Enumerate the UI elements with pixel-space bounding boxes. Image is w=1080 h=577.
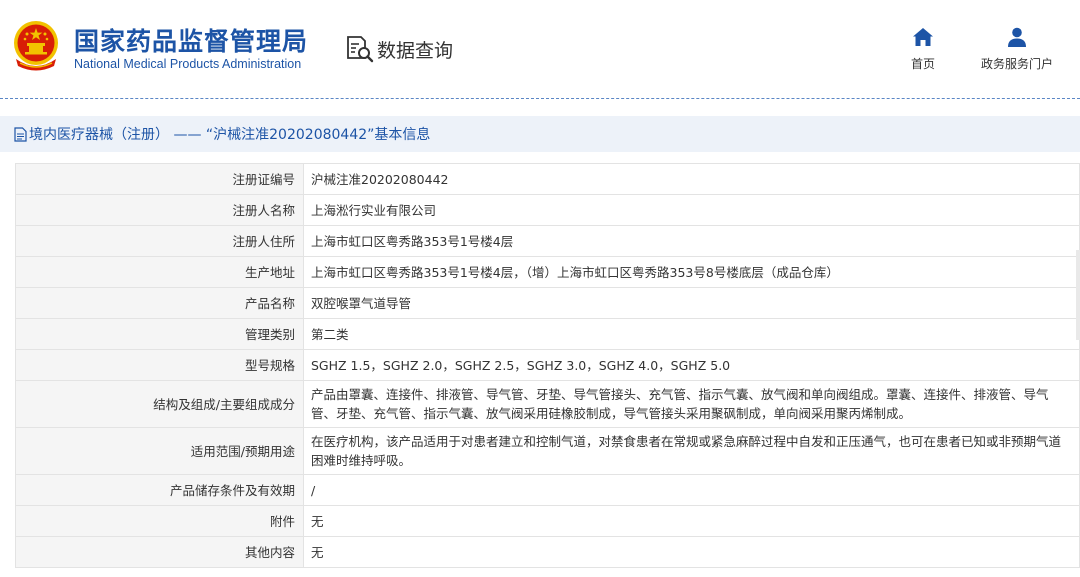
scrollbar-thumb[interactable] xyxy=(1076,250,1080,340)
table-row: 产品储存条件及有效期 / xyxy=(15,474,1080,506)
table-row: 注册人住所 上海市虹口区粤秀路353号1号楼4层 xyxy=(15,225,1080,257)
nav-home-label[interactable]: 首页 xyxy=(911,55,935,72)
table-row: 结构及组成/主要组成成分 产品由罩囊、连接件、排液管、导气管、牙垫、导气管接头、… xyxy=(15,380,1080,428)
row-label: 其他内容 xyxy=(15,536,304,568)
row-value: / xyxy=(303,474,1080,506)
device-registration-table: 注册证编号 沪械注准20202080442 注册人名称 上海淞行实业有限公司 注… xyxy=(15,163,1080,568)
row-label: 型号规格 xyxy=(15,349,304,381)
nav-home[interactable]: 首页 xyxy=(911,26,935,72)
table-row: 适用范围/预期用途 在医疗机构，该产品适用于对患者建立和控制气道，对禁食患者在常… xyxy=(15,427,1080,475)
nav-service-portal[interactable]: 政务服务门户 xyxy=(981,26,1053,72)
data-query-title: 数据查询 xyxy=(345,34,453,64)
row-value: 在医疗机构，该产品适用于对患者建立和控制气道，对禁食患者在常规或紧急麻醉过程中自… xyxy=(303,427,1080,475)
row-value: 上海市虹口区粤秀路353号1号楼4层 xyxy=(303,225,1080,257)
table-row: 产品名称 双腔喉罩气道导管 xyxy=(15,287,1080,319)
header-divider xyxy=(0,98,1080,99)
row-value: 上海淞行实业有限公司 xyxy=(303,194,1080,226)
table-row: 型号规格 SGHZ 1.5，SGHZ 2.0，SGHZ 2.5，SGHZ 3.0… xyxy=(15,349,1080,381)
row-label: 注册人住所 xyxy=(15,225,304,257)
row-value: 沪械注准20202080442 xyxy=(303,163,1080,195)
row-value: 产品由罩囊、连接件、排液管、导气管、牙垫、导气管接头、充气管、指示气囊、放气阀和… xyxy=(303,380,1080,428)
row-value: SGHZ 1.5，SGHZ 2.0，SGHZ 2.5，SGHZ 3.0，SGHZ… xyxy=(303,349,1080,381)
row-value: 双腔喉罩气道导管 xyxy=(303,287,1080,319)
row-label: 附件 xyxy=(15,505,304,537)
breadcrumb-text: 境内医疗器械（注册） —— “沪械注准20202080442”基本信息 xyxy=(29,127,431,143)
row-label: 适用范围/预期用途 xyxy=(15,427,304,475)
row-label: 注册证编号 xyxy=(15,163,304,195)
agency-name-en[interactable]: National Medical Products Administration xyxy=(74,57,301,71)
user-icon[interactable] xyxy=(1006,26,1028,48)
row-label: 管理类别 xyxy=(15,318,304,350)
site-header: 国家药品监督管理局 National Medical Products Admi… xyxy=(0,0,1080,97)
home-icon[interactable] xyxy=(912,26,934,48)
table-row: 附件 无 xyxy=(15,505,1080,537)
row-label: 生产地址 xyxy=(15,256,304,288)
document-search-icon xyxy=(347,36,374,63)
table-row: 生产地址 上海市虹口区粤秀路353号1号楼4层，（增）上海市虹口区粤秀路353号… xyxy=(15,256,1080,288)
row-label: 注册人名称 xyxy=(15,194,304,226)
row-label: 结构及组成/主要组成成分 xyxy=(15,380,304,428)
row-value: 上海市虹口区粤秀路353号1号楼4层，（增）上海市虹口区粤秀路353号8号楼底层… xyxy=(303,256,1080,288)
row-value: 无 xyxy=(303,536,1080,568)
document-icon xyxy=(14,126,27,142)
table-row: 管理类别 第二类 xyxy=(15,318,1080,350)
data-query-label: 数据查询 xyxy=(377,39,454,62)
table-row: 注册证编号 沪械注准20202080442 xyxy=(15,163,1080,195)
row-label: 产品储存条件及有效期 xyxy=(15,474,304,506)
nav-service-portal-label[interactable]: 政务服务门户 xyxy=(981,55,1053,72)
table-row: 其他内容 无 xyxy=(15,536,1080,568)
row-value: 第二类 xyxy=(303,318,1080,350)
agency-name-cn[interactable]: 国家药品监督管理局 xyxy=(74,22,308,58)
row-label: 产品名称 xyxy=(15,287,304,319)
row-value: 无 xyxy=(303,505,1080,537)
breadcrumb: 境内医疗器械（注册） —— “沪械注准20202080442”基本信息 xyxy=(0,116,1080,152)
table-row: 注册人名称 上海淞行实业有限公司 xyxy=(15,194,1080,226)
national-emblem-icon xyxy=(14,21,58,71)
